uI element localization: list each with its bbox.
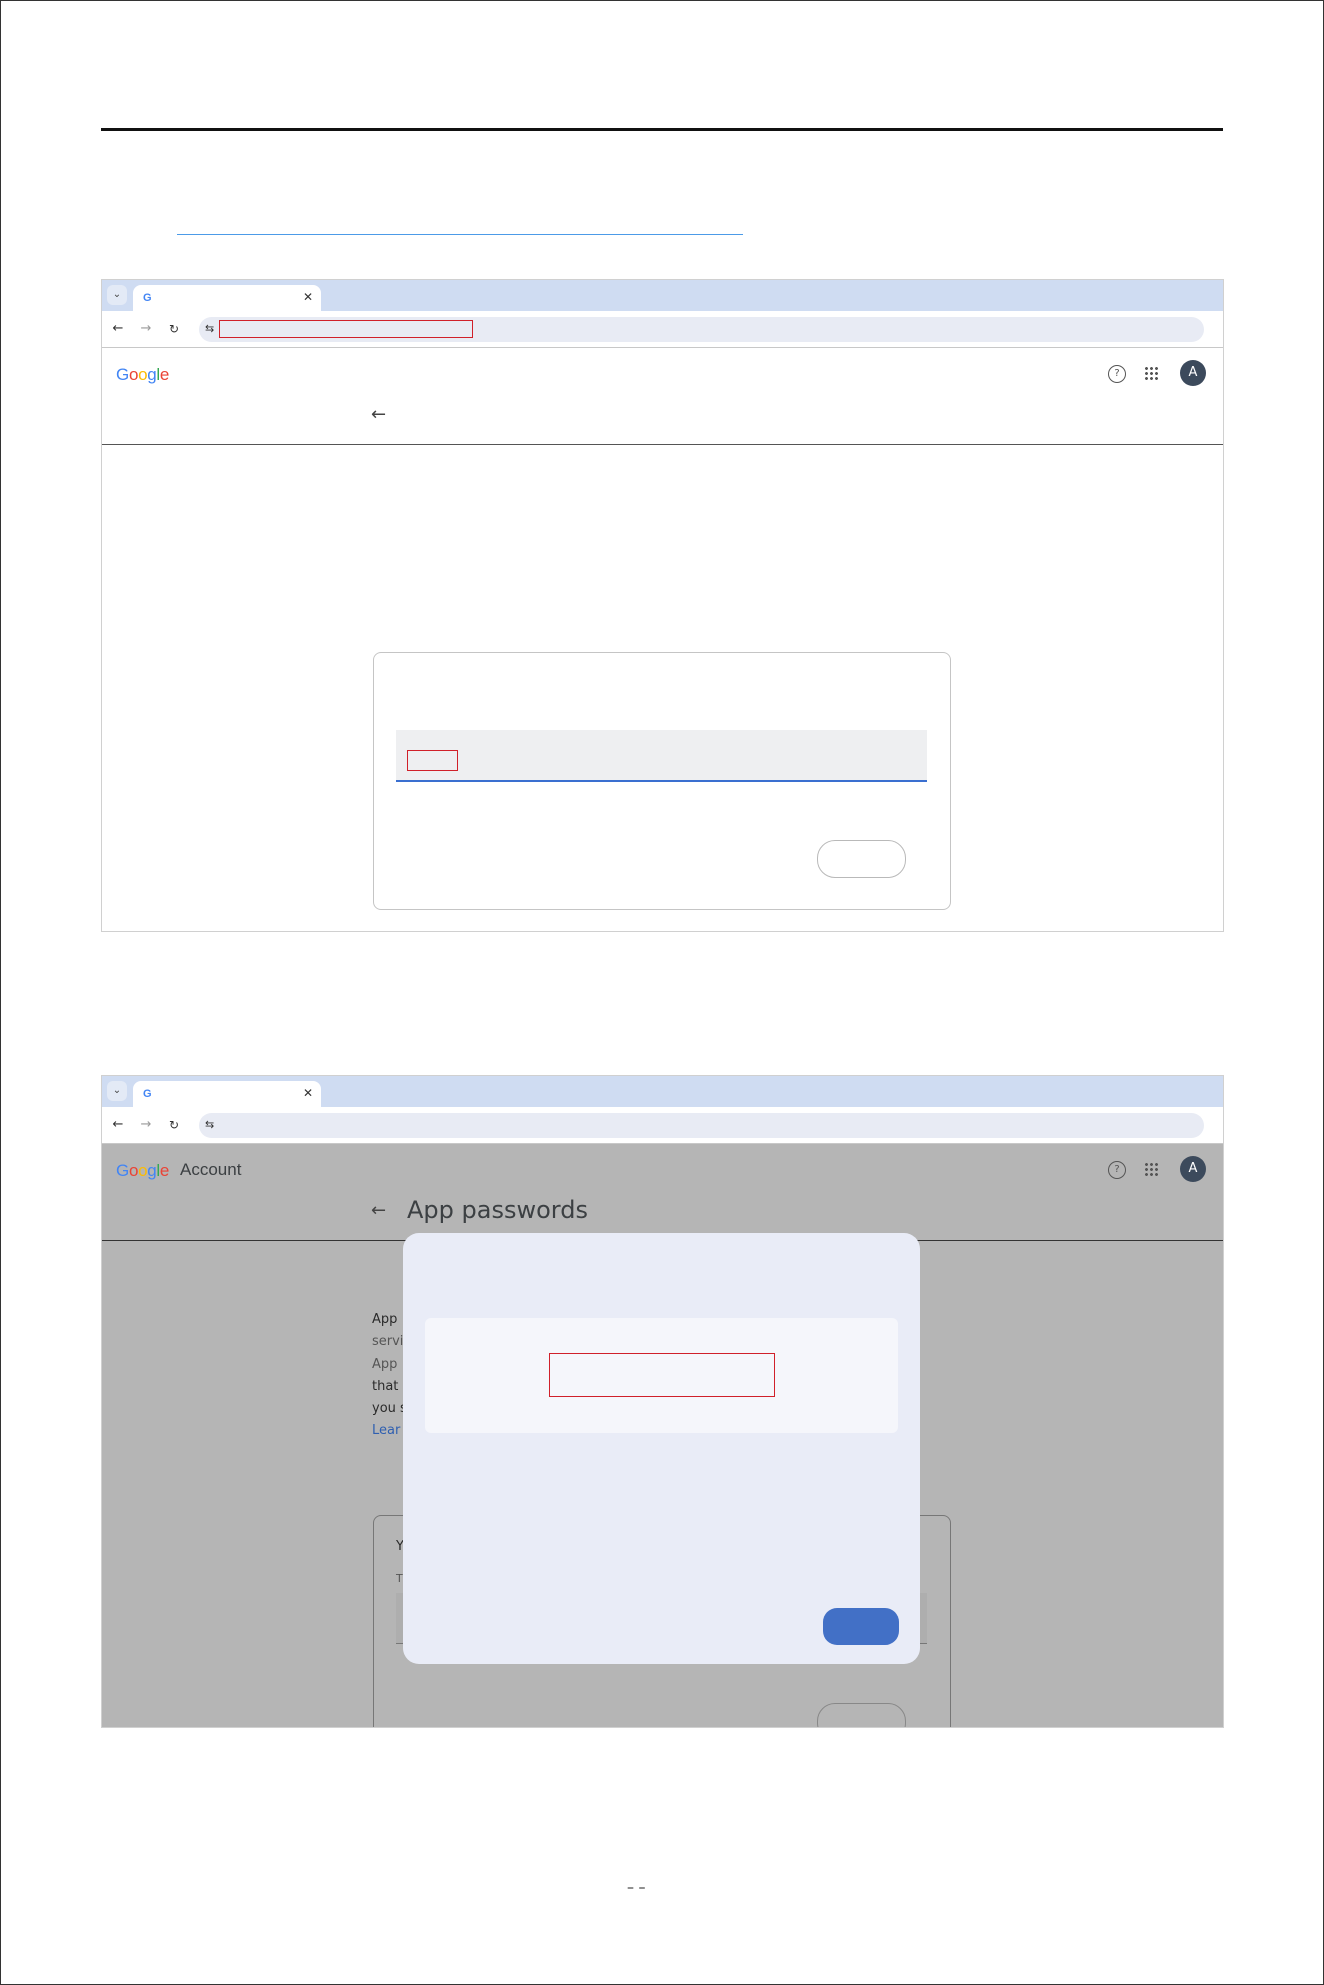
reload-icon[interactable]: ↻ xyxy=(164,319,184,339)
arrow-left-icon[interactable]: ← xyxy=(108,319,128,339)
google-logo: Google xyxy=(116,1161,170,1180)
tune-icon[interactable]: ⇆ xyxy=(205,321,214,337)
done-button[interactable] xyxy=(823,1608,899,1645)
apps-grid-icon[interactable] xyxy=(1144,366,1158,380)
screenshot-create-app-password: ⌄ G ✕ ← → ↻ ⇆ Google ? A ← xyxy=(101,279,1224,932)
avatar[interactable]: A xyxy=(1180,360,1206,386)
avatar[interactable]: A xyxy=(1180,1156,1206,1182)
close-icon[interactable]: ✕ xyxy=(303,290,313,304)
arrow-right-icon[interactable]: → xyxy=(136,319,156,339)
intro-text: you s xyxy=(372,1401,407,1416)
close-icon[interactable]: ✕ xyxy=(303,1086,313,1100)
app-password-card xyxy=(373,652,951,910)
generated-password-dialog xyxy=(403,1233,920,1664)
intro-text: servi xyxy=(372,1334,404,1349)
arrow-left-icon[interactable]: ← xyxy=(108,1115,128,1135)
help-circle-icon[interactable]: ? xyxy=(1108,1161,1126,1179)
create-button xyxy=(817,1703,906,1727)
page-title: App passwords xyxy=(407,1196,588,1224)
browser-tabstrip: ⌄ G ✕ xyxy=(102,280,1223,311)
account-header: Google Account ? A ← App passwords xyxy=(102,1144,1223,1241)
header-rule xyxy=(101,128,1223,131)
reload-icon[interactable]: ↻ xyxy=(164,1115,184,1135)
google-g-icon: G xyxy=(143,1088,152,1100)
google-logo: Google xyxy=(116,365,170,384)
url-highlight xyxy=(219,320,473,338)
browser-tabstrip: ⌄ G ✕ xyxy=(102,1076,1223,1107)
arrow-left-icon[interactable]: ← xyxy=(371,1201,386,1221)
intro-text: that xyxy=(372,1379,399,1394)
screenshot-generated-password: ⌄ G ✕ ← → ↻ ⇆ App servi App that you s L… xyxy=(101,1075,1224,1728)
page-number: – – xyxy=(627,1880,646,1896)
arrow-left-icon[interactable]: ← xyxy=(371,405,386,425)
browser-toolbar: ← → ↻ ⇆ xyxy=(102,1107,1223,1144)
chevron-down-icon[interactable]: ⌄ xyxy=(107,285,127,305)
browser-toolbar: ← → ↻ ⇆ xyxy=(102,311,1223,348)
password-box xyxy=(425,1318,898,1433)
help-circle-icon[interactable]: ? xyxy=(1108,365,1126,383)
account-label: Account xyxy=(180,1160,242,1179)
browser-tab[interactable]: G ✕ xyxy=(133,1081,321,1107)
intro-text: App xyxy=(372,1312,398,1327)
chevron-down-icon[interactable]: ⌄ xyxy=(107,1081,127,1101)
address-bar[interactable]: ⇆ xyxy=(199,317,1204,342)
learn-more-link[interactable]: Lear xyxy=(372,1420,400,1442)
generated-password xyxy=(550,1354,774,1396)
card-subtitle: T xyxy=(396,1572,403,1585)
apps-grid-icon[interactable] xyxy=(1144,1162,1158,1176)
intro-text: App xyxy=(372,1357,398,1372)
google-g-icon: G xyxy=(143,292,152,304)
password-highlight[interactable] xyxy=(549,1353,775,1397)
app-name-field[interactable] xyxy=(396,730,927,782)
address-bar[interactable]: ⇆ xyxy=(199,1113,1204,1138)
link-underline[interactable] xyxy=(177,234,743,235)
arrow-right-icon[interactable]: → xyxy=(136,1115,156,1135)
account-header: Google ? A ← xyxy=(102,348,1223,445)
tune-icon[interactable]: ⇆ xyxy=(205,1117,214,1133)
field-value-highlight xyxy=(407,750,458,771)
browser-tab[interactable]: G ✕ xyxy=(133,285,321,311)
create-button[interactable] xyxy=(817,840,906,878)
